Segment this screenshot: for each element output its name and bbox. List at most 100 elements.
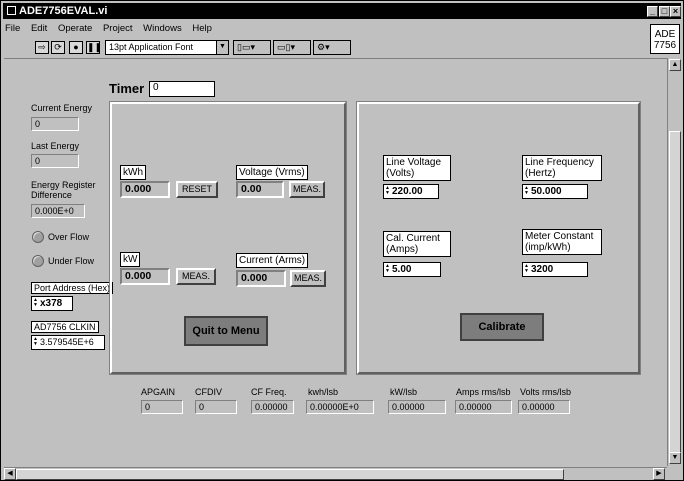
- abort-icon[interactable]: ●: [69, 41, 83, 54]
- energy-diff-label: Energy Register Difference: [31, 180, 96, 200]
- current-energy-value: 0: [31, 117, 79, 131]
- cfdiv-value: 0: [195, 400, 237, 414]
- clkin-value: 3.579545E+6: [40, 337, 94, 347]
- pause-icon[interactable]: ❚❚: [86, 41, 102, 54]
- measurement-box: kWh 0.000 RESET Voltage (Vrms) 0.00 MEAS…: [109, 101, 347, 375]
- title-bar[interactable]: ADE7756EVAL.vi _ □ ×: [3, 3, 681, 19]
- kw-lsb-value: 0.00000: [388, 400, 446, 414]
- apgain-value: 0: [141, 400, 183, 414]
- reset-button[interactable]: RESET: [176, 181, 218, 198]
- timer-value: 0: [149, 81, 215, 97]
- spinner-icon[interactable]: ▲ ▼: [33, 337, 38, 348]
- voltage-value: 0.00: [236, 181, 284, 198]
- close-button[interactable]: ×: [670, 6, 681, 17]
- spinner-icon[interactable]: ▲ ▼: [385, 264, 390, 275]
- amps-rms-lsb-label: Amps rms/lsb: [456, 387, 511, 397]
- scroll-right-icon[interactable]: ▶: [653, 468, 665, 480]
- current-meas-button[interactable]: MEAS.: [290, 270, 326, 287]
- menu-file[interactable]: File: [5, 23, 20, 34]
- run-continuously-icon[interactable]: ⟳: [51, 41, 65, 54]
- distribute-icon: ▭▯▾: [277, 42, 295, 52]
- kw-lsb-label: kW/lsb: [390, 387, 417, 397]
- menu-operate[interactable]: Operate: [58, 23, 92, 34]
- kwh-value: 0.000: [120, 181, 170, 198]
- port-address-label: Port Address (Hex): [31, 282, 114, 294]
- meter-constant-label: Meter Constant (imp/kWh): [522, 229, 602, 255]
- kwh-lsb-value: 0.00000E+0: [306, 400, 374, 414]
- cal-current-control[interactable]: ▲ ▼ 5.00: [383, 262, 441, 277]
- align-objects-dropdown[interactable]: ▯▭▾: [233, 40, 271, 55]
- voltage-label: Voltage (Vrms): [236, 165, 308, 180]
- reorder-dropdown[interactable]: ⚙▾: [313, 40, 351, 55]
- spinner-icon[interactable]: ▲ ▼: [524, 264, 529, 275]
- labview-window: ADE7756EVAL.vi _ □ × File Edit Operate P…: [0, 0, 684, 481]
- calibrate-button[interactable]: Calibrate: [460, 313, 544, 341]
- line-frequency-label: Line Frequency (Hertz): [522, 155, 602, 181]
- line-voltage-control[interactable]: ▲ ▼ 220.00: [383, 184, 439, 199]
- horizontal-scrollbar[interactable]: ◀ ▶: [4, 467, 667, 480]
- cf-freq-label: CF Freq.: [251, 387, 287, 397]
- vi-window-icon: [7, 6, 16, 15]
- menu-edit[interactable]: Edit: [31, 23, 47, 34]
- reorder-icon: ⚙▾: [317, 42, 330, 52]
- under-flow-label: Under Flow: [48, 256, 95, 266]
- meter-constant-control[interactable]: ▲ ▼ 3200: [522, 262, 588, 277]
- amps-rms-lsb-value: 0.00000: [455, 400, 512, 414]
- current-value: 0.000: [236, 270, 286, 287]
- vertical-scrollbar[interactable]: ▲ ▼: [667, 58, 681, 466]
- window-title: ADE7756EVAL.vi: [19, 5, 108, 17]
- distribute-objects-dropdown[interactable]: ▭▯▾: [273, 40, 311, 55]
- port-address-value: x378: [40, 298, 63, 309]
- over-flow-led: [32, 231, 44, 243]
- menu-bar: File Edit Operate Project Windows Help: [5, 23, 220, 35]
- last-energy-label: Last Energy: [31, 141, 80, 151]
- scroll-down-icon[interactable]: ▼: [669, 452, 681, 464]
- spinner-icon[interactable]: ▲ ▼: [385, 186, 390, 197]
- line-voltage-value: 220.00: [392, 186, 423, 197]
- spinner-icon[interactable]: ▲ ▼: [524, 186, 529, 197]
- vertical-scroll-thumb[interactable]: [669, 131, 681, 461]
- apgain-label: APGAIN: [141, 387, 176, 397]
- cal-current-value: 5.00: [392, 264, 412, 275]
- cf-freq-value: 0.00000: [251, 400, 294, 414]
- volts-rms-lsb-label: Volts rms/lsb: [520, 387, 572, 397]
- align-icon: ▯▭▾: [237, 42, 255, 52]
- quit-to-menu-button[interactable]: Quit to Menu: [184, 316, 268, 346]
- scroll-up-icon[interactable]: ▲: [669, 59, 681, 71]
- chevron-down-icon: ▼: [216, 41, 228, 54]
- timer-label: Timer: [109, 81, 145, 96]
- kwh-label: kWh: [120, 165, 146, 180]
- font-selector-value: 13pt Application Font: [109, 42, 194, 52]
- current-energy-label: Current Energy: [31, 103, 93, 113]
- energy-diff-value: 0.000E+0: [31, 204, 85, 218]
- spinner-icon[interactable]: ▲ ▼: [33, 298, 38, 309]
- front-panel: Timer 0 Current Energy 0 Last Energy 0 E…: [4, 58, 667, 466]
- clkin-control[interactable]: ▲ ▼ 3.579545E+6: [31, 335, 105, 350]
- horizontal-scroll-thumb[interactable]: [16, 469, 564, 480]
- port-address-control[interactable]: ▲ ▼ x378: [31, 296, 73, 311]
- menu-project[interactable]: Project: [103, 23, 133, 34]
- current-label: Current (Arms): [236, 253, 309, 268]
- line-frequency-control[interactable]: ▲ ▼ 50.000: [522, 184, 588, 199]
- kw-value: 0.000: [120, 268, 170, 285]
- line-frequency-value: 50.000: [531, 186, 562, 197]
- clkin-label: AD7756 CLKIN: [31, 321, 99, 333]
- vi-icon: ADE 7756: [650, 24, 680, 54]
- meter-constant-value: 3200: [531, 264, 554, 275]
- calibration-box: Line Voltage (Volts) ▲ ▼ 220.00 Line Frequ…: [356, 101, 641, 375]
- line-voltage-label: Line Voltage (Volts): [383, 155, 451, 181]
- under-flow-led: [32, 255, 44, 267]
- menu-help[interactable]: Help: [192, 23, 212, 34]
- run-arrow-icon[interactable]: ⇨: [35, 41, 49, 54]
- maximize-button[interactable]: □: [659, 6, 670, 17]
- minimize-button[interactable]: _: [647, 6, 658, 17]
- font-selector[interactable]: 13pt Application Font ▼: [105, 40, 229, 55]
- kwh-lsb-label: kwh/lsb: [308, 387, 339, 397]
- over-flow-label: Over Flow: [48, 232, 90, 242]
- voltage-meas-button[interactable]: MEAS.: [289, 181, 325, 198]
- menu-windows[interactable]: Windows: [143, 23, 182, 34]
- scroll-left-icon[interactable]: ◀: [4, 468, 16, 480]
- kw-meas-button[interactable]: MEAS.: [176, 268, 216, 285]
- last-energy-value: 0: [31, 154, 79, 168]
- cal-current-label: Cal. Current (Amps): [383, 231, 451, 257]
